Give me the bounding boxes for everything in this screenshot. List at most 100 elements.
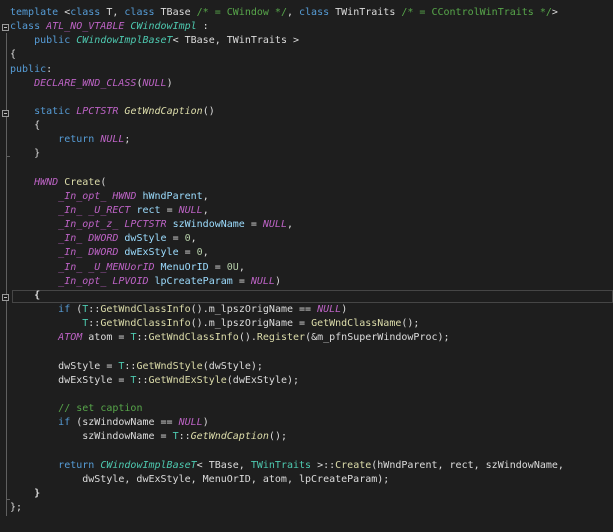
collapse-class-icon[interactable] — [2, 24, 9, 31]
code-line[interactable]: _In_ DWORD dwStyle = 0, — [10, 232, 613, 246]
code-line[interactable]: dwStyle = T::GetWndStyle(dwStyle); — [10, 360, 613, 374]
code-token: dwStyle = — [10, 360, 119, 372]
code-line[interactable]: } — [10, 487, 613, 501]
code-token: , — [202, 190, 209, 202]
code-line[interactable]: class ATL_NO_VTABLE CWindowImpl : — [10, 20, 613, 34]
code-token: , — [286, 219, 294, 231]
code-token: TWinTraits — [335, 7, 402, 18]
code-token: NULL — [142, 77, 167, 89]
code-token: ) — [274, 275, 281, 287]
code-line[interactable]: HWND Create( — [10, 176, 613, 190]
code-line[interactable]: return CWindowImplBaseT< TBase, TWinTrai… — [10, 459, 613, 473]
code-line[interactable]: _In_opt_ HWND hWndParent, — [10, 190, 613, 204]
code-line[interactable]: _In_ _U_RECT rect = NULL, — [10, 204, 613, 218]
code-line[interactable]: dwExStyle = T::GetWndExStyle(dwExStyle); — [10, 374, 613, 388]
code-token: = — [232, 275, 251, 287]
code-line[interactable]: szWindowName = T::GetWndCaption(); — [10, 430, 613, 444]
collapse-create-icon[interactable] — [2, 294, 9, 301]
code-token: class — [70, 7, 107, 18]
code-token: CWindowImplBaseT — [76, 35, 173, 47]
code-line[interactable] — [10, 162, 613, 176]
code-line[interactable]: { — [10, 48, 613, 62]
code-token: (dwStyle); — [202, 360, 263, 372]
code-line[interactable]: _In_opt_z_ LPCTSTR szWindowName = NULL, — [10, 218, 613, 232]
code-token: :: — [136, 374, 149, 386]
code-line[interactable]: _In_ _U_MENUorID MenuOrID = 0U, — [10, 261, 613, 275]
code-token: ().m_lpszOrigName = — [190, 318, 312, 330]
code-line[interactable]: { — [10, 289, 613, 303]
code-token: return — [58, 134, 101, 146]
code-token: :: — [88, 303, 101, 315]
code-token: template — [10, 7, 65, 18]
code-line[interactable]: }; — [10, 501, 613, 515]
code-token: szWindowName = — [10, 431, 173, 443]
code-line[interactable]: if (T::GetWndClassInfo().m_lpszOrigName … — [10, 303, 613, 317]
code-token: CWindowImplBaseT — [100, 459, 197, 471]
code-line[interactable]: T::GetWndClassInfo().m_lpszOrigName = Ge… — [10, 317, 613, 331]
code-token: _In_opt_z_ — [58, 219, 125, 231]
code-token: /* = CControlWinTraits */ — [401, 7, 552, 18]
code-line[interactable]: ATOM atom = T::GetWndClassInfo().Registe… — [10, 331, 613, 345]
code-token: GetWndClassName — [311, 318, 402, 330]
code-token: Create — [64, 176, 101, 188]
code-token: DECLARE_WND_CLASS — [34, 77, 137, 89]
code-line[interactable]: static LPCTSTR GetWndCaption() — [10, 105, 613, 119]
code-token: ) — [202, 417, 209, 429]
code-line[interactable]: dwStyle, dwExStyle, MenuOrID, atom, lpCr… — [10, 473, 613, 487]
code-token: (&m_pfnSuperWindowProc); — [305, 332, 450, 344]
code-line[interactable]: _In_opt_ LPVOID lpCreateParam = NULL) — [10, 275, 613, 289]
code-token: { — [34, 289, 41, 301]
code-line[interactable]: _In_ DWORD dwExStyle = 0, — [10, 246, 613, 260]
code-token: : — [202, 21, 209, 33]
code-token: _In_opt_ — [58, 275, 113, 287]
code-token: , — [190, 233, 197, 245]
code-line[interactable]: DECLARE_WND_CLASS(NULL) — [10, 77, 613, 91]
code-token: } — [34, 487, 41, 499]
code-token: , — [238, 261, 245, 273]
code-token: atom = — [88, 332, 131, 344]
code-line[interactable] — [10, 91, 613, 105]
code-token: TBase — [160, 7, 197, 18]
code-line[interactable]: { — [10, 119, 613, 133]
code-token: TWinTraits — [250, 459, 318, 471]
code-token: HWND — [112, 190, 143, 202]
code-line[interactable]: if (szWindowName == NULL) — [10, 416, 613, 430]
code-line[interactable]: } — [10, 147, 613, 161]
code-token: }; — [10, 501, 23, 513]
code-line[interactable]: return NULL; — [10, 133, 613, 147]
code-token: NULL — [100, 134, 125, 146]
code-token: ; — [124, 134, 131, 146]
code-line[interactable]: public: — [10, 63, 613, 77]
code-token: GetWndCaption — [124, 105, 203, 117]
code-token: lpCreateParam — [154, 275, 233, 287]
code-line[interactable] — [10, 345, 613, 359]
code-token: 0U — [226, 261, 239, 273]
code-line[interactable]: template <class T, class TBase /* = CWin… — [10, 6, 613, 20]
code-token: ().m_lpszOrigName == — [190, 303, 318, 315]
code-token: Register — [256, 332, 306, 344]
code-token: dwExStyle — [124, 247, 179, 259]
code-line[interactable]: public CWindowImplBaseT< TBase, TWinTrai… — [10, 34, 613, 48]
code-token: (szWindowName == — [76, 417, 179, 429]
code-token: >:: — [317, 459, 336, 471]
code-editor[interactable]: template <class T, class TBase /* = CWin… — [0, 0, 613, 532]
code-line[interactable]: // set caption — [10, 402, 613, 416]
code-area[interactable]: template <class T, class TBase /* = CWin… — [10, 6, 613, 515]
code-token: class — [10, 21, 47, 33]
code-line[interactable] — [10, 444, 613, 458]
code-token: return — [58, 459, 101, 471]
code-token: = — [160, 204, 179, 216]
code-line[interactable] — [10, 388, 613, 402]
code-token: static — [34, 105, 77, 117]
code-token: { — [10, 49, 17, 61]
collapse-getwndcaption-icon[interactable] — [2, 110, 9, 117]
